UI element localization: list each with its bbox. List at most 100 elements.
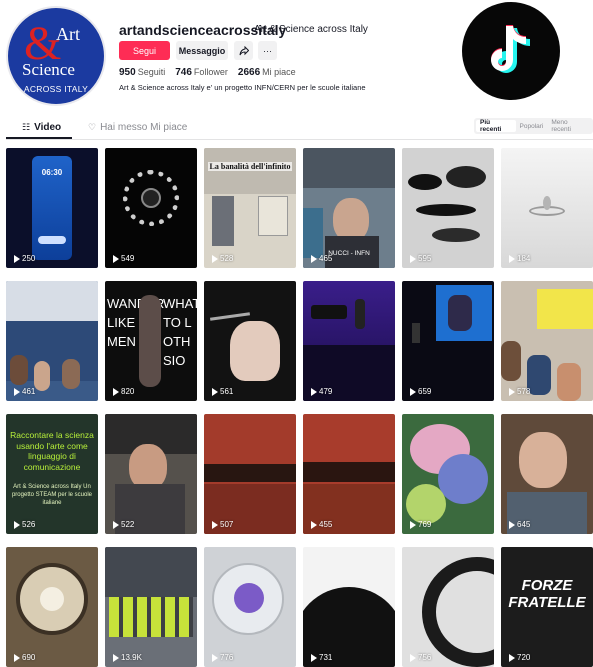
video-card[interactable]: 507 — [204, 414, 296, 534]
play-icon — [509, 653, 515, 662]
video-card[interactable]: 13.9K — [105, 547, 197, 667]
video-card[interactable]: 776 — [204, 547, 296, 667]
grid-icon: ☷ — [22, 122, 31, 132]
play-icon — [509, 254, 515, 263]
view-count: 507 — [212, 520, 233, 529]
view-count: 522 — [113, 520, 134, 529]
video-card[interactable]: WANDER LIKE MEN WHAT TO L OTH SIO 820 — [105, 281, 197, 401]
profile-bio: Art & Science across Italy e' un progett… — [119, 83, 366, 92]
view-count: 690 — [14, 653, 35, 662]
view-count: 595 — [410, 254, 431, 263]
play-icon — [410, 387, 416, 396]
video-card[interactable]: 461 — [6, 281, 98, 401]
video-card[interactable]: FORZE FRATELLE 720 — [501, 547, 593, 667]
play-icon — [509, 387, 515, 396]
video-card[interactable]: 522 — [105, 414, 197, 534]
video-card[interactable]: NUCCI - INFN 465 — [303, 148, 395, 268]
profile-stats: 950 Seguiti 746 Follower 2666 Mi piace — [119, 67, 296, 78]
sort-toggle: Più recenti Popolari Meno recenti — [474, 118, 593, 134]
heart-lock-icon: ♡ — [88, 122, 97, 132]
play-icon — [212, 653, 218, 662]
play-icon — [212, 387, 218, 396]
profile-avatar[interactable]: & Art Science ACROSS ITALY — [6, 6, 106, 106]
play-icon — [14, 387, 20, 396]
play-icon — [113, 387, 119, 396]
view-count: 13.9K — [113, 653, 142, 662]
play-icon — [410, 254, 416, 263]
video-card[interactable]: 659 — [402, 281, 494, 401]
video-card[interactable]: La banalità dell'infinito 528 — [204, 148, 296, 268]
video-card[interactable]: 549 — [105, 148, 197, 268]
view-count: 645 — [509, 520, 530, 529]
video-card[interactable]: 595 — [402, 148, 494, 268]
video-card[interactable]: 645 — [501, 414, 593, 534]
stat-followers[interactable]: 746 Follower — [175, 67, 228, 78]
play-icon — [311, 520, 317, 529]
play-icon — [14, 653, 20, 662]
avatar-across: ACROSS ITALY — [23, 84, 89, 94]
thumb-subtitle: Art & Science across Italy Un progetto S… — [11, 484, 93, 506]
sort-latest[interactable]: Più recenti — [476, 119, 516, 133]
view-count: 526 — [14, 520, 35, 529]
video-card[interactable]: Raccontare la scienza usando l'arte come… — [6, 414, 98, 534]
view-count: 731 — [311, 653, 332, 662]
view-count: 184 — [509, 254, 530, 263]
video-card[interactable]: 690 — [6, 547, 98, 667]
avatar-art: Art — [56, 24, 80, 44]
stat-following[interactable]: 950 Seguiti — [119, 67, 165, 78]
view-count: 549 — [113, 254, 134, 263]
view-count: 776 — [212, 653, 233, 662]
view-count: 820 — [113, 387, 134, 396]
video-card[interactable]: 731 — [303, 547, 395, 667]
view-count: 659 — [410, 387, 431, 396]
video-card[interactable]: 769 — [402, 414, 494, 534]
play-icon — [509, 520, 515, 529]
profile-nickname: Art & Science across Italy — [254, 24, 368, 35]
stat-likes: 2666 Mi piace — [237, 67, 296, 78]
tab-videos[interactable]: ☷ Video — [22, 122, 61, 133]
play-icon — [14, 254, 20, 263]
phone-time: 06:30 — [41, 168, 63, 177]
play-icon — [410, 520, 416, 529]
play-icon — [410, 653, 416, 662]
view-count: 455 — [311, 520, 332, 529]
view-count: 756 — [410, 653, 431, 662]
view-count: 720 — [509, 653, 530, 662]
share-button[interactable] — [234, 41, 253, 60]
play-icon — [212, 254, 218, 263]
video-card[interactable]: 455 — [303, 414, 395, 534]
play-icon — [311, 254, 317, 263]
tiktok-logo-icon — [462, 2, 560, 100]
video-card[interactable]: 479 — [303, 281, 395, 401]
view-count: 250 — [14, 254, 35, 263]
view-count: 528 — [212, 254, 233, 263]
sort-oldest[interactable]: Meno recenti — [547, 119, 591, 133]
tab-liked[interactable]: ♡ Hai messo Mi piace — [88, 122, 187, 133]
follow-button[interactable]: Segui — [119, 41, 170, 60]
video-card[interactable]: 184 — [501, 148, 593, 268]
message-button[interactable]: Messaggio — [176, 41, 228, 60]
view-count: 465 — [311, 254, 332, 263]
view-count: 769 — [410, 520, 431, 529]
view-count: 479 — [311, 387, 332, 396]
video-grid: 06:30 250 549 La banalità dell'infinito … — [6, 148, 593, 667]
play-icon — [311, 387, 317, 396]
view-count: 461 — [14, 387, 35, 396]
view-count: 561 — [212, 387, 233, 396]
thumb-title: La banalità dell'infinito — [208, 162, 292, 171]
video-card[interactable]: 561 — [204, 281, 296, 401]
play-icon — [212, 520, 218, 529]
video-card[interactable]: 06:30 250 — [6, 148, 98, 268]
share-icon — [239, 45, 249, 55]
tab-divider — [6, 139, 593, 140]
thumb-title: FORZE FRATELLE — [508, 577, 586, 612]
thumb-text-right: WHAT TO L OTH SIO — [163, 296, 197, 368]
avatar-science: Science — [22, 60, 75, 79]
more-options-button[interactable]: ··· — [258, 41, 277, 60]
video-card[interactable]: 756 — [402, 547, 494, 667]
play-icon — [113, 520, 119, 529]
view-count: 578 — [509, 387, 530, 396]
video-card[interactable]: 578 — [501, 281, 593, 401]
play-icon — [14, 520, 20, 529]
sort-popular[interactable]: Popolari — [516, 120, 548, 132]
